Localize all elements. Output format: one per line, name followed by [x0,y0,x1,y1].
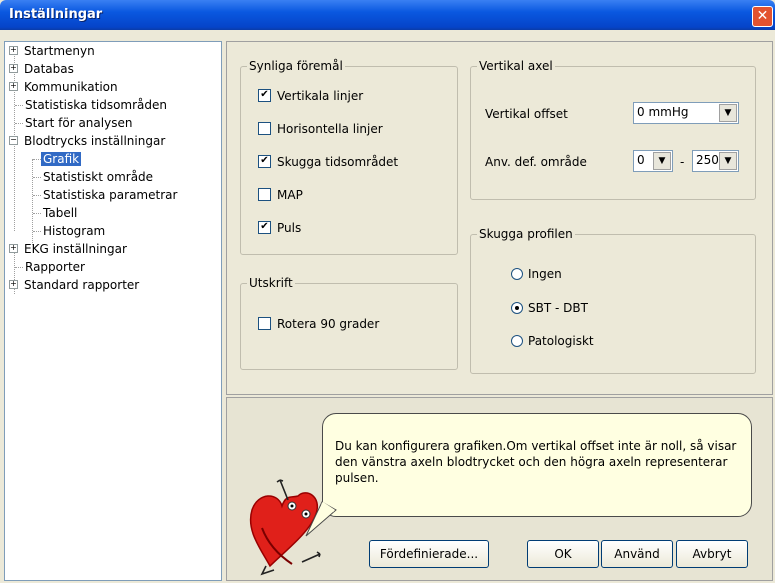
shade-none-radio[interactable]: Ingen [511,267,562,281]
tree-connector [15,105,23,106]
range-label: Anv. def. område [485,155,587,169]
tree-item-start-for-analysen[interactable]: Start för analysen [23,114,134,132]
tree-item-grafik[interactable]: Grafik [41,150,82,168]
vertical-axis-group: Vertikal axel [470,59,756,200]
chevron-down-icon[interactable]: ▼ [719,152,737,170]
tree-connector [33,231,41,232]
tree-connector [33,177,41,178]
chevron-down-icon[interactable]: ▼ [653,152,671,170]
vertical-lines-checkbox[interactable]: ✔ Vertikala linjer [258,89,363,103]
apply-button[interactable]: Använd [601,540,673,568]
tree-connector [15,267,23,268]
settings-tree[interactable]: + Startmenyn + Databas + Kommunikation Stat… [4,41,222,581]
collapse-icon[interactable]: − [9,136,18,145]
tree-item-blodtrycks-installningar[interactable]: − Blodtrycks inställningar [9,132,167,150]
tree-item-startmenyn[interactable]: + Startmenyn [9,42,97,60]
tree-connector [33,159,41,160]
horizontal-lines-checkbox[interactable]: Horisontella linjer [258,122,383,136]
tree-connector [32,159,33,245]
expand-icon[interactable]: + [9,82,18,91]
range-to-select[interactable]: 250 ▼ [692,150,739,172]
visible-items-title: Synliga föremål [247,59,345,73]
help-text: Du kan konfigurera grafiken.Om vertikal … [335,439,737,485]
expand-icon[interactable]: + [9,244,18,253]
range-from-select[interactable]: 0 ▼ [633,150,673,172]
pulse-checkbox[interactable]: ✔ Puls [258,221,301,235]
tree-item-statistiska-tidsomraden[interactable]: Statistiska tidsområden [23,96,169,114]
shade-sbt-dbt-radio[interactable]: SBT - DBT [511,301,588,315]
tree-item-statistiskt-omrade[interactable]: Statistiskt område [41,168,155,186]
ok-button[interactable]: OK [527,540,599,568]
expand-icon[interactable]: + [9,46,18,55]
tree-connector [33,213,41,214]
expand-icon[interactable]: + [9,64,18,73]
tree-item-statistiska-parametrar[interactable]: Statistiska parametrar [41,186,179,204]
shade-pathological-radio[interactable]: Patologiskt [511,334,594,348]
vertical-offset-label: Vertikal offset [485,107,568,121]
window-title: Inställningar [9,7,103,22]
tree-item-ekg-installningar[interactable]: + EKG inställningar [9,240,129,258]
chevron-down-icon[interactable]: ▼ [719,104,737,122]
range-separator: - [680,155,685,169]
expand-icon[interactable]: + [9,280,18,289]
checkmark-icon[interactable]: ✔ [258,155,271,168]
tree-item-histogram[interactable]: Histogram [41,222,107,240]
checkmark-icon[interactable]: ✔ [258,89,271,102]
tree-item-rapporter[interactable]: Rapporter [23,258,87,276]
print-title: Utskrift [247,276,295,290]
tree-item-tabell[interactable]: Tabell [41,204,79,222]
rotate-90-checkbox[interactable]: Rotera 90 grader [258,317,379,331]
tree-connector [33,195,41,196]
close-button[interactable]: ✕ [752,6,773,27]
tree-connector [15,123,23,124]
map-checkbox[interactable]: MAP [258,188,303,202]
predefined-button[interactable]: Fördefinierade... [369,540,489,568]
bubble-tail [305,501,337,537]
title-bar[interactable]: Inställningar ✕ [0,0,775,30]
help-bubble: Du kan konfigurera grafiken.Om vertikal … [322,413,752,517]
vertical-offset-select[interactable]: 0 mmHg ▼ [633,102,739,124]
checkmark-icon[interactable]: ✔ [258,221,271,234]
vertical-axis-title: Vertikal axel [477,59,555,73]
tree-item-standard-rapporter[interactable]: + Standard rapporter [9,276,141,294]
shade-time-area-checkbox[interactable]: ✔ Skugga tidsområdet [258,155,398,169]
tree-item-databas[interactable]: + Databas [9,60,76,78]
tree-item-kommunikation[interactable]: + Kommunikation [9,78,120,96]
cancel-button[interactable]: Avbryt [676,540,748,568]
shade-profile-title: Skugga profilen [477,227,575,241]
